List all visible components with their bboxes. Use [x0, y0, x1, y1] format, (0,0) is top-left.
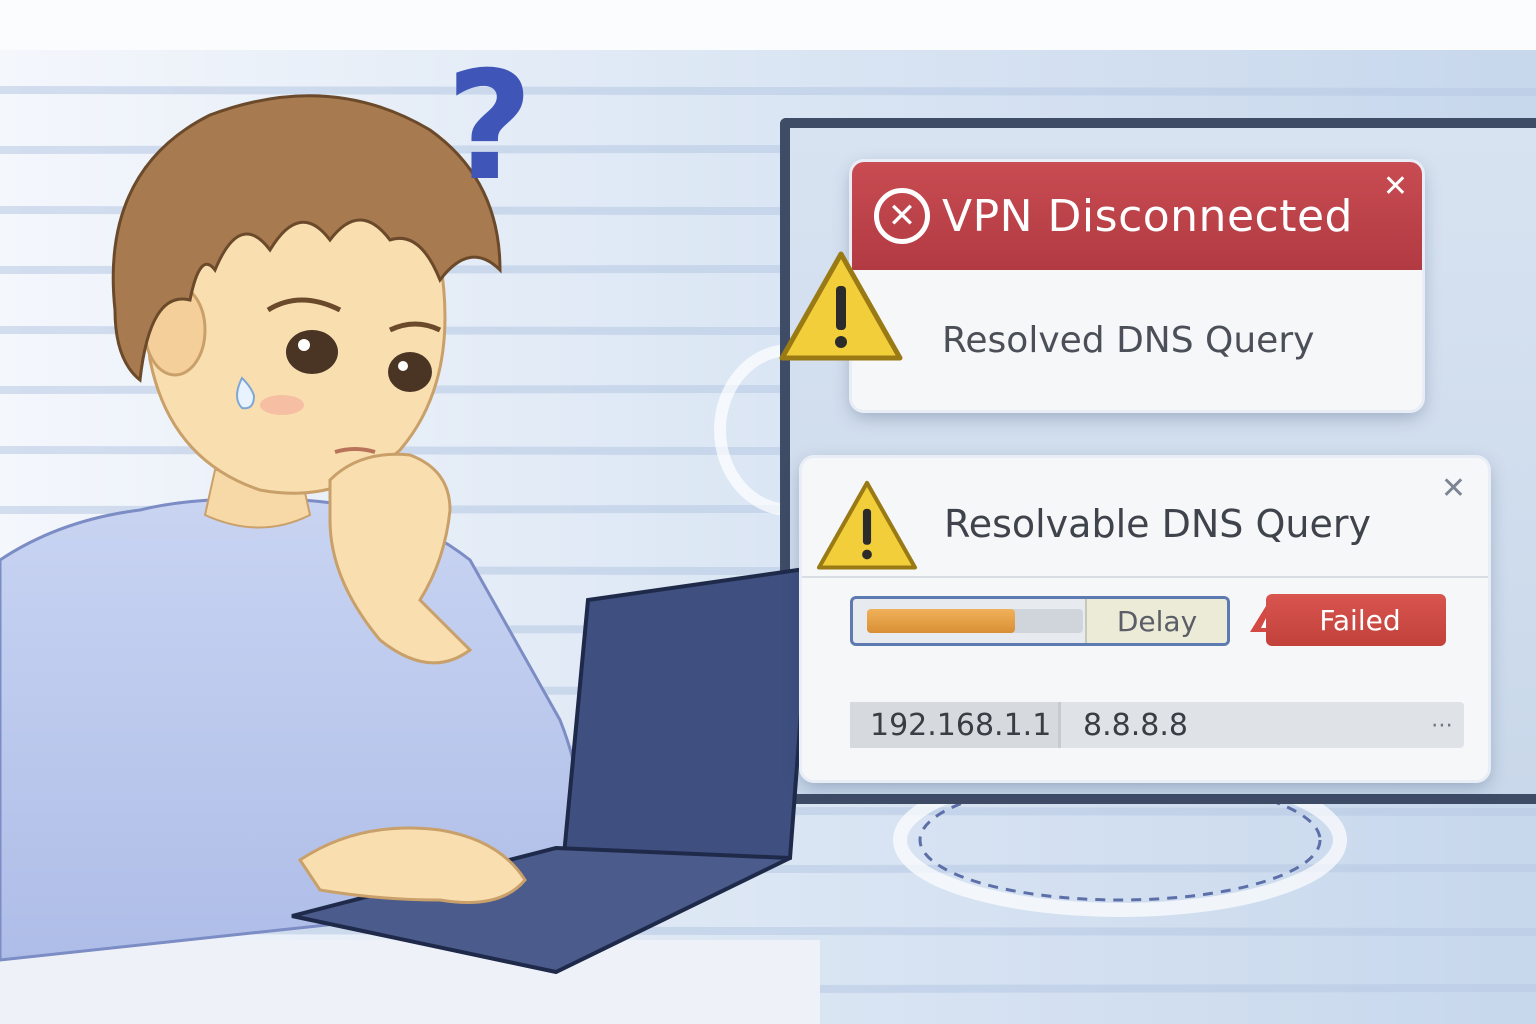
progress-fill: [867, 609, 1015, 633]
dns-server-row: 192.168.1.1 8.8.8.8 ⋯: [850, 702, 1464, 748]
error-circle-icon: ✕: [874, 188, 930, 244]
vpn-dialog-close-button[interactable]: ✕: [1383, 172, 1408, 202]
dns-server-secondary[interactable]: 8.8.8.8: [1058, 702, 1420, 748]
failed-status-button[interactable]: Failed: [1266, 594, 1446, 646]
dns-dialog-close-button[interactable]: ✕: [1441, 474, 1466, 504]
vpn-dialog-message: Resolved DNS Query: [942, 320, 1315, 361]
dns-dialog-title: Resolvable DNS Query: [944, 502, 1371, 546]
warning-icon: [814, 478, 920, 578]
dns-server-primary[interactable]: 192.168.1.1: [850, 702, 1058, 748]
vpn-dialog-title: VPN Disconnected: [942, 190, 1353, 242]
more-options-icon[interactable]: ⋯: [1420, 713, 1464, 738]
vpn-disconnected-dialog: ✕ VPN Disconnected ✕ Resolved DNS Query: [852, 162, 1422, 410]
question-mark: ?: [446, 40, 534, 214]
warning-icon: [776, 248, 906, 370]
delay-label: Delay: [1085, 599, 1227, 643]
delay-progress-bar: Delay: [850, 596, 1230, 646]
vpn-dialog-titlebar: ✕ VPN Disconnected ✕: [852, 162, 1422, 270]
